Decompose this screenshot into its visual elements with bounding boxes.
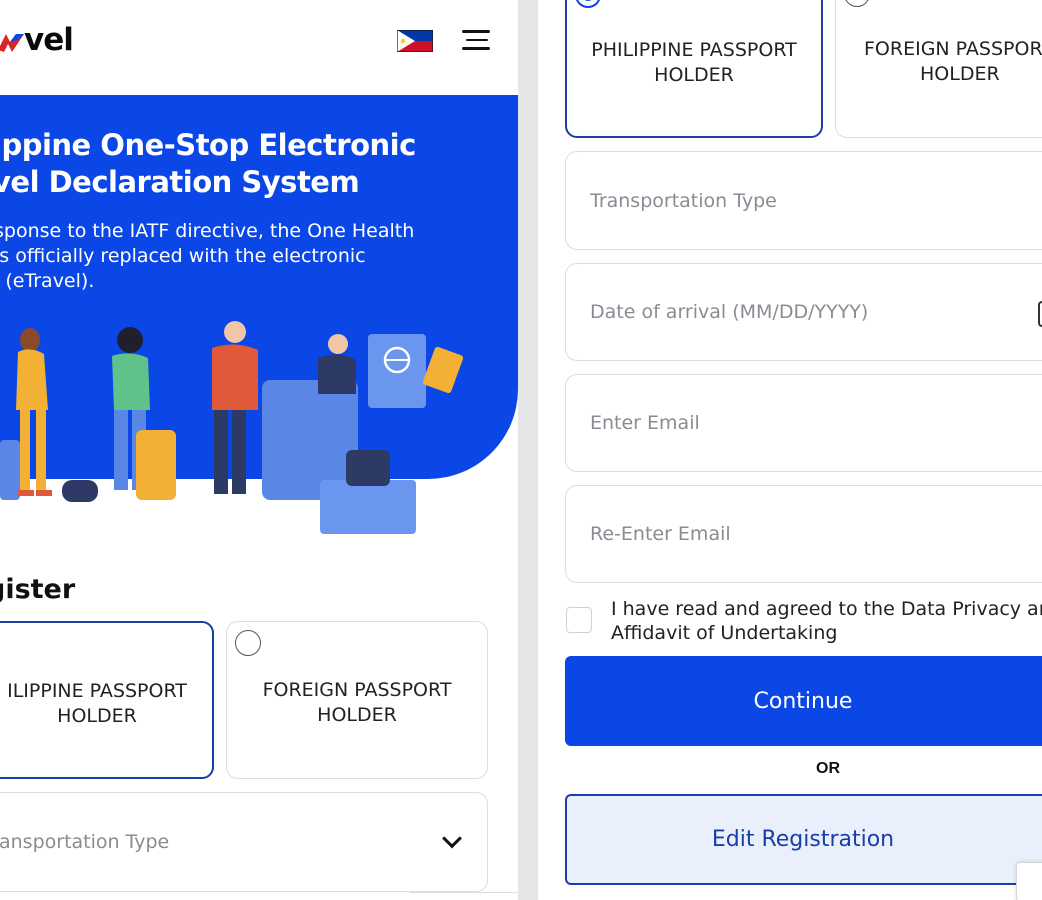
edit-registration-button[interactable]: Edit Registration bbox=[565, 794, 1042, 885]
hamburger-menu-icon[interactable] bbox=[462, 30, 490, 52]
select-placeholder: Transportation Type bbox=[590, 189, 777, 212]
philippines-flag-icon[interactable] bbox=[397, 30, 433, 52]
travelers-illustration bbox=[0, 321, 464, 534]
left-phone-screen: vel ippine One-Stop Electronic vel Decla… bbox=[0, 0, 518, 900]
foreign-passport-option[interactable]: FOREIGN PASSPOR HOLDER bbox=[835, 0, 1042, 138]
etravel-logo-mark-icon bbox=[0, 34, 24, 52]
transportation-type-select[interactable]: ansportation Type bbox=[0, 792, 488, 892]
option-label: FOREIGN PASSPOR HOLDER bbox=[864, 38, 1042, 85]
recaptcha-badge[interactable] bbox=[1016, 862, 1042, 900]
option-label: FOREIGN PASSPORT HOLDER bbox=[262, 679, 452, 726]
hero-description: sponse to the IATF directive, the One He… bbox=[0, 220, 415, 292]
email-input[interactable]: Enter Email bbox=[565, 374, 1042, 472]
hero-title: ippine One-Stop Electronic vel Declarati… bbox=[0, 128, 416, 199]
bottom-edge bbox=[410, 892, 518, 900]
continue-button[interactable]: Continue bbox=[565, 656, 1042, 746]
philippine-passport-option[interactable]: ILIPPINE PASSPORT HOLDER bbox=[0, 621, 214, 779]
select-placeholder: ansportation Type bbox=[0, 831, 170, 853]
re-enter-email-input[interactable]: Re-Enter Email bbox=[565, 485, 1042, 583]
consent-text: I have read and agreed to the Data Priva… bbox=[611, 598, 1042, 644]
radio-unselected-icon[interactable] bbox=[235, 630, 261, 656]
calendar-icon[interactable] bbox=[1038, 301, 1042, 327]
app-logo[interactable]: vel bbox=[24, 22, 74, 58]
input-placeholder: Re-Enter Email bbox=[590, 523, 731, 545]
option-label: PHILIPPINE PASSPORT HOLDER bbox=[591, 39, 797, 86]
right-phone-screen: PHILIPPINE PASSPORT HOLDER FOREIGN PASSP… bbox=[538, 0, 1042, 900]
radio-unselected-icon[interactable] bbox=[844, 0, 870, 7]
transportation-type-select[interactable]: Transportation Type bbox=[565, 151, 1042, 250]
option-label: ILIPPINE PASSPORT HOLDER bbox=[7, 680, 187, 727]
screen-divider bbox=[518, 0, 538, 900]
foreign-passport-option[interactable]: FOREIGN PASSPORT HOLDER bbox=[226, 621, 488, 779]
date-of-arrival-input[interactable]: Date of arrival (MM/DD/YYYY) bbox=[565, 263, 1042, 361]
or-separator: OR bbox=[816, 760, 840, 777]
philippine-passport-option[interactable]: PHILIPPINE PASSPORT HOLDER bbox=[565, 0, 823, 138]
app-header: vel bbox=[0, 0, 518, 95]
input-placeholder: Enter Email bbox=[590, 412, 700, 434]
consent-checkbox[interactable] bbox=[566, 607, 592, 633]
input-placeholder: Date of arrival (MM/DD/YYYY) bbox=[590, 301, 869, 323]
register-heading: gister bbox=[0, 574, 76, 605]
chevron-down-icon bbox=[442, 828, 462, 849]
radio-selected-icon[interactable] bbox=[575, 0, 601, 8]
